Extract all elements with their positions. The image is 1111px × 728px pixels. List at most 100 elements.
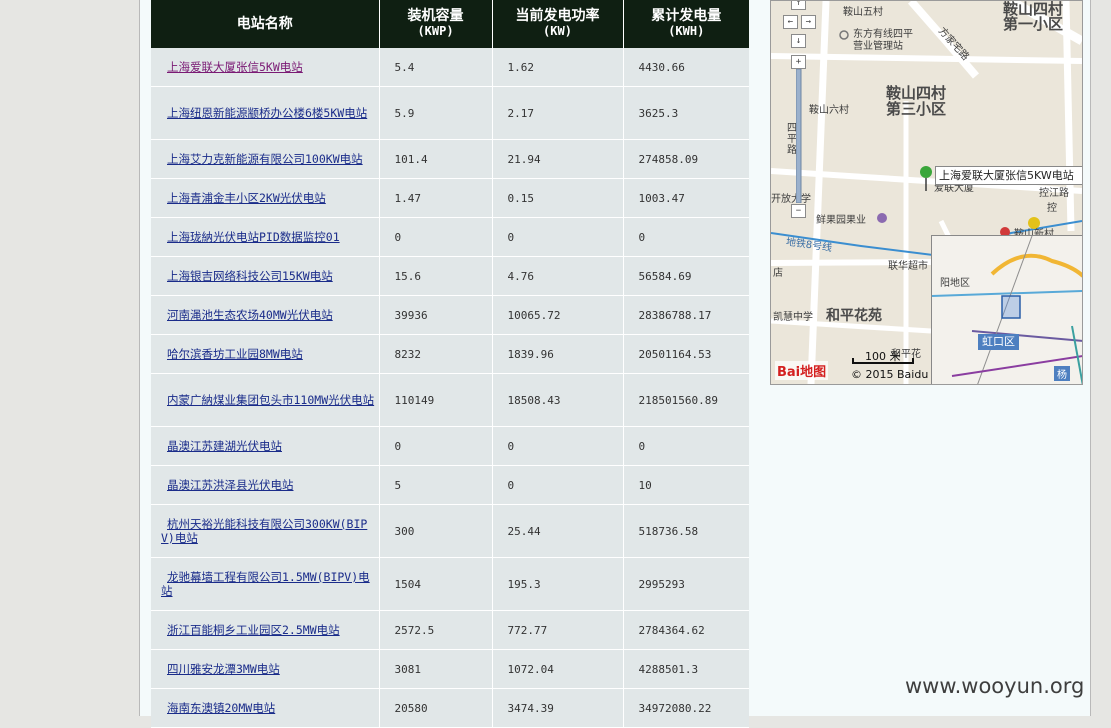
energy-cell: 2784364.62	[623, 610, 749, 650]
station-link[interactable]: 上海银吉网络科技公司15KW电站	[161, 269, 379, 283]
station-marker-tooltip[interactable]: 上海爱联大厦张信5KW电站	[935, 166, 1082, 185]
energy-cell: 218501560.89	[623, 373, 749, 427]
capacity-cell: 39936	[379, 295, 493, 335]
table-row: 上海珑納光伏电站PID数据监控01 0 0 0	[151, 217, 749, 257]
table-header-row: 电站名称 装机容量 (KWP) 当前发电功率 (KW) 累计发电量 (KWH)	[151, 0, 749, 48]
map-label: 杨	[1054, 366, 1070, 381]
district-label: 虹口区	[978, 334, 1019, 350]
zoom-out-button[interactable]: −	[791, 204, 806, 218]
pan-up-button[interactable]: ↑	[791, 1, 806, 10]
station-link[interactable]: 海南东澳镇20MW电站	[161, 701, 379, 715]
power-cell: 3474.39	[492, 688, 624, 728]
power-cell: 25.44	[492, 504, 624, 558]
capacity-cell: 20580	[379, 688, 493, 728]
table-row: 上海艾力克新能源有限公司100KW电站 101.4 21.94 274858.0…	[151, 139, 749, 179]
power-cell: 2.17	[492, 86, 624, 140]
capacity-cell: 15.6	[379, 256, 493, 296]
capacity-cell: 110149	[379, 373, 493, 427]
power-cell: 10065.72	[492, 295, 624, 335]
table-row: 内蒙广納煤业集团包头市110MW光伏电站 110149 18508.43 218…	[151, 373, 749, 427]
header-cumulative-energy: 累计发电量 (KWH)	[623, 0, 749, 48]
station-link[interactable]: 上海爱联大厦张信5KW电站	[161, 60, 379, 74]
header-current-power: 当前发电功率 (KW)	[492, 0, 624, 48]
energy-cell: 3625.3	[623, 86, 749, 140]
station-table: 电站名称 装机容量 (KWP) 当前发电功率 (KW) 累计发电量 (KWH) 上海爱…	[151, 0, 749, 728]
energy-cell: 518736.58	[623, 504, 749, 558]
station-link[interactable]: 内蒙广納煤业集团包头市110MW光伏电站	[161, 393, 379, 407]
table-row: 杭州天裕光能科技有限公司300KW(BIPV)电站 300 25.44 5187…	[151, 504, 749, 558]
map-copyright: © 2015 Baidu	[851, 368, 929, 381]
capacity-cell: 1.47	[379, 178, 493, 218]
capacity-cell: 5.4	[379, 48, 493, 87]
map-label: 鞍山五村	[843, 7, 883, 18]
zoom-in-button[interactable]: +	[791, 55, 806, 69]
watermark: www.wooyun.org	[905, 674, 1085, 698]
power-cell: 195.3	[492, 557, 624, 611]
power-cell: 1.62	[492, 48, 624, 87]
station-link[interactable]: 上海纽恩新能源颛桥办公楼6楼5KW电站	[161, 106, 379, 120]
map-label: 和平花苑	[826, 308, 882, 324]
map-label: 凯慧中学	[773, 312, 813, 323]
energy-cell: 10	[623, 465, 749, 505]
station-link[interactable]: 晶澳江苏建湖光伏电站	[161, 439, 379, 453]
energy-cell: 56584.69	[623, 256, 749, 296]
energy-cell: 28386788.17	[623, 295, 749, 335]
map-label: 鞍山六村	[809, 105, 849, 116]
power-cell: 18508.43	[492, 373, 624, 427]
station-link[interactable]: 晶澳江苏洪泽县光伏电站	[161, 478, 379, 492]
map-label: 控江路	[1039, 188, 1069, 199]
power-cell: 0	[492, 217, 624, 257]
energy-cell: 0	[623, 217, 749, 257]
table-row: 晶澳江苏洪泽县光伏电站 5 0 10	[151, 465, 749, 505]
station-map[interactable]: 鞍山五村 鞍山四村 第一小区 东方有线四平 营业管理站 方家宅路 鞍山四村 第三…	[770, 0, 1083, 385]
table-row: 上海爱联大厦张信5KW电站 5.4 1.62 4430.66	[151, 48, 749, 87]
zoom-slider-track[interactable]	[796, 69, 802, 203]
capacity-cell: 101.4	[379, 139, 493, 179]
energy-cell: 1003.47	[623, 178, 749, 218]
pan-right-button[interactable]: →	[801, 15, 816, 29]
capacity-cell: 5.9	[379, 86, 493, 140]
energy-cell: 0	[623, 426, 749, 466]
map-label: 控	[1047, 203, 1057, 214]
power-cell: 0.15	[492, 178, 624, 218]
pan-down-button[interactable]: ↓	[791, 34, 806, 48]
map-label: 鲜果园果业	[816, 215, 866, 226]
station-link[interactable]: 龙驰幕墙工程有限公司1.5MW(BIPV)电站	[161, 570, 379, 598]
table-row: 上海纽恩新能源颛桥办公楼6楼5KW电站 5.9 2.17 3625.3	[151, 86, 749, 140]
capacity-cell: 2572.5	[379, 610, 493, 650]
station-link[interactable]: 河南渑池生态农场40MW光伏电站	[161, 308, 379, 322]
table-row: 海南东澳镇20MW电站 20580 3474.39 34972080.22	[151, 688, 749, 728]
station-link[interactable]: 上海青浦金丰小区2KW光伏电站	[161, 191, 379, 205]
power-cell: 21.94	[492, 139, 624, 179]
overview-map[interactable]: 阳地区 虹口区 杨	[931, 235, 1082, 384]
map-label: 阳地区	[940, 278, 970, 289]
map-label: 开放大学	[771, 194, 811, 205]
map-label: 店	[773, 268, 783, 279]
table-row: 上海青浦金丰小区2KW光伏电站 1.47 0.15 1003.47	[151, 178, 749, 218]
baidu-map-logo: Bai地图	[775, 361, 829, 380]
header-capacity: 装机容量 (KWP)	[379, 0, 493, 48]
map-label: 营业管理站	[853, 41, 903, 52]
capacity-cell: 5	[379, 465, 493, 505]
capacity-cell: 300	[379, 504, 493, 558]
station-link[interactable]: 哈尔滨香坊工业园8MW电站	[161, 347, 379, 361]
map-label: 第三小区	[886, 100, 947, 118]
pan-left-button[interactable]: ←	[783, 15, 798, 29]
scale-label: 100 米	[865, 350, 901, 363]
energy-cell: 34972080.22	[623, 688, 749, 728]
table-row: 龙驰幕墙工程有限公司1.5MW(BIPV)电站 1504 195.3 29952…	[151, 557, 749, 611]
energy-cell: 4288501.3	[623, 649, 749, 689]
station-link[interactable]: 上海艾力克新能源有限公司100KW电站	[161, 152, 379, 166]
table-row: 哈尔滨香坊工业园8MW电站 8232 1839.96 20501164.53	[151, 334, 749, 374]
station-link[interactable]: 上海珑納光伏电站PID数据监控01	[161, 230, 379, 244]
table-row: 上海银吉网络科技公司15KW电站 15.6 4.76 56584.69	[151, 256, 749, 296]
map-label: 联华超市	[888, 261, 928, 272]
power-cell: 0	[492, 465, 624, 505]
station-link[interactable]: 四川雅安龙潭3MW电站	[161, 662, 379, 676]
energy-cell: 2995293	[623, 557, 749, 611]
power-cell: 4.76	[492, 256, 624, 296]
station-link[interactable]: 杭州天裕光能科技有限公司300KW(BIPV)电站	[161, 517, 379, 545]
map-label: 第一小区	[1003, 15, 1064, 33]
station-link[interactable]: 浙江百能桐乡工业园区2.5MW电站	[161, 623, 379, 637]
power-cell: 1072.04	[492, 649, 624, 689]
